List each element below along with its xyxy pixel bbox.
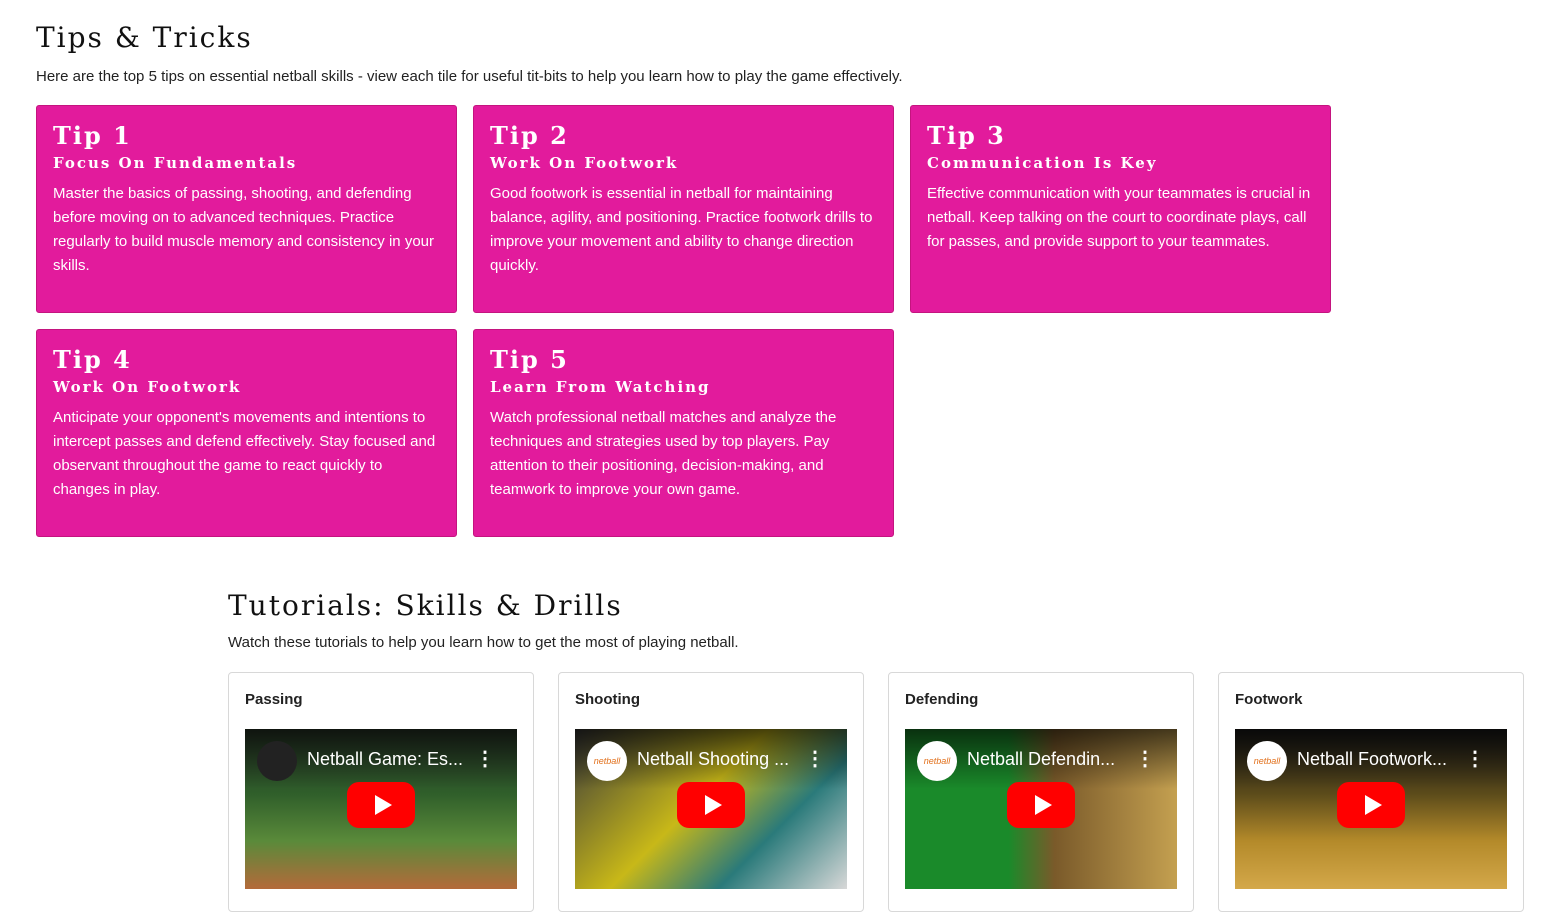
video-player[interactable]: netball Netball Shooting ... ⋮ [575, 729, 847, 889]
tip-card-5[interactable]: Tip 5 Learn From Watching Watch professi… [473, 329, 894, 537]
play-icon [1034, 795, 1052, 815]
video-player[interactable]: netball Netball Footwork... ⋮ [1235, 729, 1507, 889]
play-icon [374, 795, 392, 815]
play-button[interactable] [347, 782, 415, 828]
tips-heading: Tips & Tricks [36, 21, 253, 54]
more-options-icon[interactable]: ⋮ [475, 747, 495, 771]
tutorials-heading: Tutorials: Skills & Drills [228, 589, 623, 622]
tips-section: Tips & Tricks Here are the top 5 tips on… [36, 18, 1336, 537]
tip-subtitle: Work On Footwork [53, 378, 242, 396]
tip-card-3[interactable]: Tip 3 Communication Is Key Effective com… [910, 105, 1331, 313]
play-icon [1364, 795, 1382, 815]
tip-body: Effective communication with your teamma… [927, 185, 1311, 250]
video-card-shooting: Shooting netball Netball Shooting ... ⋮ [558, 672, 864, 912]
tip-title: Tip 5 [490, 345, 569, 374]
tip-card-2[interactable]: Tip 2 Work On Footwork Good footwork is … [473, 105, 894, 313]
channel-avatar[interactable]: netball [587, 741, 627, 781]
tip-title: Tip 1 [53, 121, 132, 150]
play-button[interactable] [1337, 782, 1405, 828]
tutorials-section: Tutorials: Skills & Drills Watch these t… [228, 586, 1528, 912]
video-title[interactable]: Netball Defendin... [967, 749, 1137, 770]
video-title[interactable]: Netball Game: Es... [307, 749, 477, 770]
play-button[interactable] [1007, 782, 1075, 828]
video-label: Defending [905, 691, 979, 708]
more-options-icon[interactable]: ⋮ [1135, 747, 1155, 771]
video-player[interactable]: netball Netball Defendin... ⋮ [905, 729, 1177, 889]
tips-grid: Tip 1 Focus On Fundamentals Master the b… [36, 105, 1331, 537]
channel-avatar[interactable]: netball [917, 741, 957, 781]
play-button[interactable] [677, 782, 745, 828]
channel-avatar[interactable]: netball [1247, 741, 1287, 781]
tip-subtitle: Focus On Fundamentals [53, 154, 298, 172]
video-label: Footwork [1235, 691, 1303, 708]
video-list: Passing Netball Game: Es... ⋮ Shooting n… [228, 672, 1524, 912]
tip-body: Master the basics of passing, shooting, … [53, 185, 434, 274]
tip-body: Watch professional netball matches and a… [490, 409, 837, 498]
tip-subtitle: Learn From Watching [490, 378, 711, 396]
tip-subtitle: Work On Footwork [490, 154, 679, 172]
more-options-icon[interactable]: ⋮ [805, 747, 825, 771]
play-icon [704, 795, 722, 815]
tutorials-intro: Watch these tutorials to help you learn … [228, 634, 739, 651]
video-title[interactable]: Netball Footwork... [1297, 749, 1467, 770]
tip-card-1[interactable]: Tip 1 Focus On Fundamentals Master the b… [36, 105, 457, 313]
tip-title: Tip 2 [490, 121, 569, 150]
video-player[interactable]: Netball Game: Es... ⋮ [245, 729, 517, 889]
more-options-icon[interactable]: ⋮ [1465, 747, 1485, 771]
tip-card-4[interactable]: Tip 4 Work On Footwork Anticipate your o… [36, 329, 457, 537]
video-title[interactable]: Netball Shooting ... [637, 749, 807, 770]
tip-title: Tip 4 [53, 345, 132, 374]
tips-intro: Here are the top 5 tips on essential net… [36, 68, 903, 85]
video-card-footwork: Footwork netball Netball Footwork... ⋮ [1218, 672, 1524, 912]
video-card-passing: Passing Netball Game: Es... ⋮ [228, 672, 534, 912]
channel-avatar[interactable] [257, 741, 297, 781]
video-label: Shooting [575, 691, 640, 708]
video-label: Passing [245, 691, 303, 708]
tip-title: Tip 3 [927, 121, 1006, 150]
tip-body: Anticipate your opponent's movements and… [53, 409, 436, 498]
tip-body: Good footwork is essential in netball fo… [490, 185, 873, 274]
tip-subtitle: Communication Is Key [927, 154, 1158, 172]
video-card-defending: Defending netball Netball Defendin... ⋮ [888, 672, 1194, 912]
